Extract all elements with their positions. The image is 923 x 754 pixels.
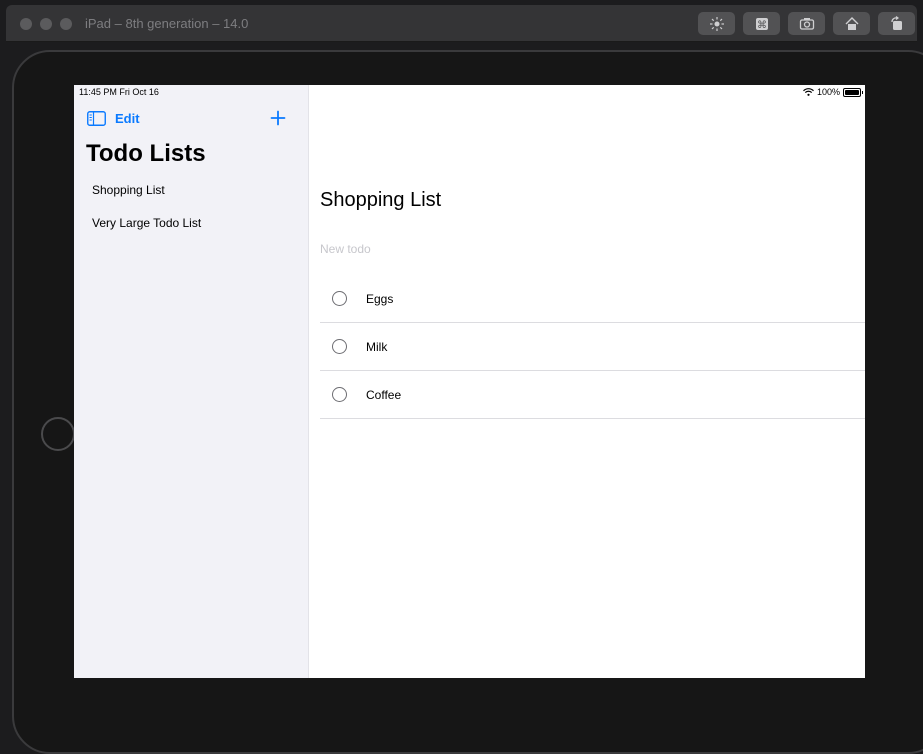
sidebar-toggle-icon[interactable] bbox=[87, 111, 106, 126]
svg-text:⌘: ⌘ bbox=[757, 20, 767, 31]
battery-icon bbox=[843, 87, 863, 97]
todo-row[interactable]: Coffee bbox=[320, 371, 865, 419]
battery-percentage: 100% bbox=[816, 87, 840, 97]
home-icon bbox=[845, 16, 858, 30]
todo-label: Eggs bbox=[366, 292, 394, 306]
rotate-button[interactable] bbox=[878, 12, 915, 35]
sidebar-item-very-large-todo-list[interactable]: Very Large Todo List bbox=[92, 216, 201, 230]
screenshot-button[interactable] bbox=[788, 12, 825, 35]
status-time-date: 11:45 PM Fri Oct 16 bbox=[79, 87, 159, 97]
brightness-button[interactable] bbox=[698, 12, 735, 35]
sidebar-item-shopping-list[interactable]: Shopping List bbox=[92, 183, 165, 197]
status-indicators: 100% bbox=[803, 87, 863, 97]
keyboard-shortcut-button[interactable]: ⌘ bbox=[743, 12, 780, 35]
detail-title: Shopping List bbox=[320, 189, 442, 211]
sidebar-title: Todo Lists bbox=[86, 140, 206, 167]
sidebar: 11:45 PM Fri Oct 16 Edit Todo Lists Shop… bbox=[74, 85, 309, 678]
minimize-window-button[interactable] bbox=[40, 18, 52, 30]
add-list-icon[interactable] bbox=[270, 110, 286, 126]
todo-checkbox-circle-icon[interactable] bbox=[332, 387, 347, 402]
todo-row[interactable]: Eggs bbox=[320, 275, 865, 323]
zoom-window-button[interactable] bbox=[60, 18, 72, 30]
wifi-icon bbox=[803, 88, 814, 96]
todo-row[interactable]: Milk bbox=[320, 323, 865, 371]
simulator-titlebar: iPad – 8th generation – 14.0 ⌘ bbox=[6, 5, 917, 42]
screenshot-icon bbox=[799, 17, 814, 30]
ipad-screen: 11:45 PM Fri Oct 16 Edit Todo Lists Shop… bbox=[74, 85, 865, 678]
brightness-icon bbox=[709, 16, 724, 31]
close-window-button[interactable] bbox=[20, 18, 32, 30]
home-button[interactable] bbox=[833, 12, 870, 35]
window-title: iPad – 8th generation – 14.0 bbox=[85, 16, 249, 31]
command-icon: ⌘ bbox=[755, 17, 768, 31]
todo-checkbox-circle-icon[interactable] bbox=[332, 339, 347, 354]
todo-label: Milk bbox=[366, 340, 388, 354]
todo-checkbox-circle-icon[interactable] bbox=[332, 291, 347, 306]
rotate-icon bbox=[890, 15, 902, 30]
edit-button[interactable]: Edit bbox=[115, 111, 140, 126]
new-todo-input[interactable] bbox=[320, 239, 840, 259]
todo-label: Coffee bbox=[366, 388, 402, 402]
hardware-home-button[interactable] bbox=[41, 417, 75, 451]
